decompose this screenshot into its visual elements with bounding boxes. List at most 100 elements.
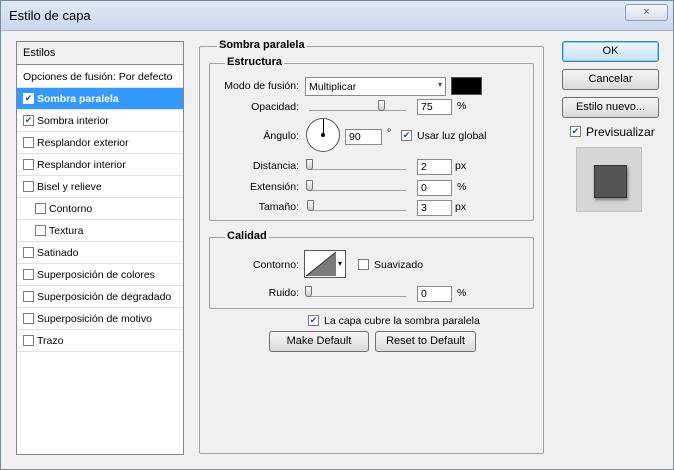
style-item[interactable]: Sombra paralela (17, 88, 183, 110)
knockout-checkbox[interactable] (308, 315, 322, 327)
blend-mode-select[interactable]: Multiplicar ▾ (305, 77, 446, 96)
style-item[interactable]: Resplandor exterior (17, 132, 183, 154)
style-item-label: Superposición de motivo (37, 313, 152, 325)
preview-checkbox[interactable] (570, 126, 584, 138)
style-item-label: Superposición de degradado (37, 291, 172, 303)
noise-input[interactable]: 0 (417, 286, 452, 302)
preview-thumbnail (576, 147, 642, 212)
style-item-label: Bisel y relieve (37, 181, 102, 193)
reset-to-default-button[interactable]: Reset to Default (375, 331, 476, 352)
title-bar: Estilo de capa × (1, 1, 673, 31)
style-item-label: Resplandor exterior (37, 137, 129, 149)
contour-picker[interactable]: ▾ (304, 250, 346, 278)
antialias-checkbox[interactable] (358, 259, 372, 271)
style-item-label: Resplandor interior (37, 159, 126, 171)
chevron-down-icon: ▾ (437, 80, 442, 89)
style-item-checkbox[interactable] (23, 291, 34, 302)
contour-label: Contorno: (252, 259, 299, 271)
style-item[interactable]: Sombra interior (17, 110, 183, 132)
style-item-checkbox[interactable] (23, 247, 34, 258)
style-item[interactable]: Bisel y relieve (17, 176, 183, 198)
contour-dropdown-icon[interactable]: ▾ (338, 259, 342, 268)
style-item-label: Sombra paralela (37, 93, 119, 105)
style-item[interactable]: Superposición de colores (17, 264, 183, 286)
opacity-slider-thumb[interactable] (377, 100, 385, 111)
global-light-checkbox[interactable] (401, 130, 415, 142)
size-input[interactable]: 3 (417, 200, 452, 216)
layer-style-dialog: Estilo de capa × Estilos Opciones de fus… (0, 0, 674, 470)
size-unit: px (455, 201, 467, 213)
size-label: Tamaño: (258, 201, 299, 213)
style-item-checkbox[interactable] (23, 137, 34, 148)
contour-linear-icon (305, 251, 337, 277)
angle-unit: ° (387, 127, 392, 139)
cancel-button[interactable]: Cancelar (562, 69, 659, 90)
style-item-checkbox[interactable] (23, 115, 34, 126)
style-item-label: Trazo (37, 335, 64, 347)
quality-title: Calidad (225, 230, 269, 242)
styles-list: Estilos Opciones de fusión: Por defecto S… (16, 41, 184, 455)
structure-title: Estructura (225, 56, 285, 68)
blend-mode-value: Multiplicar (309, 81, 357, 93)
size-slider-thumb[interactable] (307, 200, 314, 211)
style-item-checkbox[interactable] (23, 313, 34, 324)
style-item[interactable]: Contorno (17, 198, 183, 220)
window-title: Estilo de capa (9, 8, 91, 23)
style-item-checkbox[interactable] (35, 203, 46, 214)
angle-label: Ángulo: (263, 130, 299, 142)
spread-input[interactable]: 0 (417, 180, 452, 196)
distance-slider[interactable] (309, 160, 406, 170)
opacity-input[interactable]: 75 (417, 99, 452, 115)
knockout-label: La capa cubre la sombra paralela (324, 315, 480, 327)
style-item-checkbox[interactable] (23, 335, 34, 346)
preview-label: Previsualizar (586, 125, 655, 139)
shadow-color-swatch[interactable] (451, 77, 482, 95)
spread-label: Extensión: (249, 181, 299, 193)
style-item[interactable]: Trazo (17, 330, 183, 352)
style-item[interactable]: Resplandor interior (17, 154, 183, 176)
noise-slider-thumb[interactable] (305, 286, 312, 297)
style-item[interactable]: Opciones de fusión: Por defecto (17, 66, 183, 88)
distance-label: Distancia: (252, 160, 299, 172)
opacity-label: Opacidad: (251, 101, 299, 113)
new-style-button[interactable]: Estilo nuevo... (562, 97, 659, 118)
style-item-checkbox[interactable] (23, 181, 34, 192)
spread-slider[interactable] (309, 181, 406, 191)
noise-slider[interactable] (309, 287, 406, 297)
spread-unit: % (457, 181, 467, 193)
angle-dial[interactable] (306, 118, 340, 152)
style-item[interactable]: Superposición de motivo (17, 308, 183, 330)
angle-dial-center (321, 133, 325, 137)
style-item-checkbox[interactable] (35, 225, 46, 236)
global-light-label: Usar luz global (417, 130, 487, 142)
style-item-label: Superposición de colores (37, 269, 155, 281)
opacity-slider[interactable] (309, 101, 406, 111)
style-item-label: Contorno (49, 203, 93, 215)
size-slider[interactable] (309, 201, 406, 211)
distance-unit: px (455, 160, 467, 172)
distance-slider-thumb[interactable] (306, 159, 313, 170)
style-item[interactable]: Satinado (17, 242, 183, 264)
close-button[interactable]: × (625, 4, 668, 21)
distance-input[interactable]: 2 (417, 159, 452, 175)
style-item-label: Satinado (37, 247, 79, 259)
style-item-label: Textura (49, 225, 84, 237)
ok-button[interactable]: OK (562, 41, 659, 62)
make-default-button[interactable]: Make Default (269, 331, 369, 352)
style-item-label: Opciones de fusión: Por defecto (23, 71, 173, 83)
styles-header[interactable]: Estilos (17, 42, 183, 65)
angle-input[interactable]: 90 (345, 129, 382, 145)
style-item-label: Sombra interior (37, 115, 109, 127)
style-item[interactable]: Superposición de degradado (17, 286, 183, 308)
preview-square (594, 165, 627, 198)
drop-shadow-title: Sombra paralela (217, 39, 307, 51)
style-item[interactable]: Textura (17, 220, 183, 242)
blend-mode-label: Modo de fusión: (224, 80, 299, 92)
style-item-checkbox[interactable] (23, 93, 34, 104)
opacity-unit: % (457, 100, 467, 112)
style-item-checkbox[interactable] (23, 269, 34, 280)
spread-slider-thumb[interactable] (306, 180, 313, 191)
style-item-checkbox[interactable] (23, 159, 34, 170)
antialias-label: Suavizado (374, 259, 424, 271)
noise-label: Ruido: (268, 287, 299, 299)
